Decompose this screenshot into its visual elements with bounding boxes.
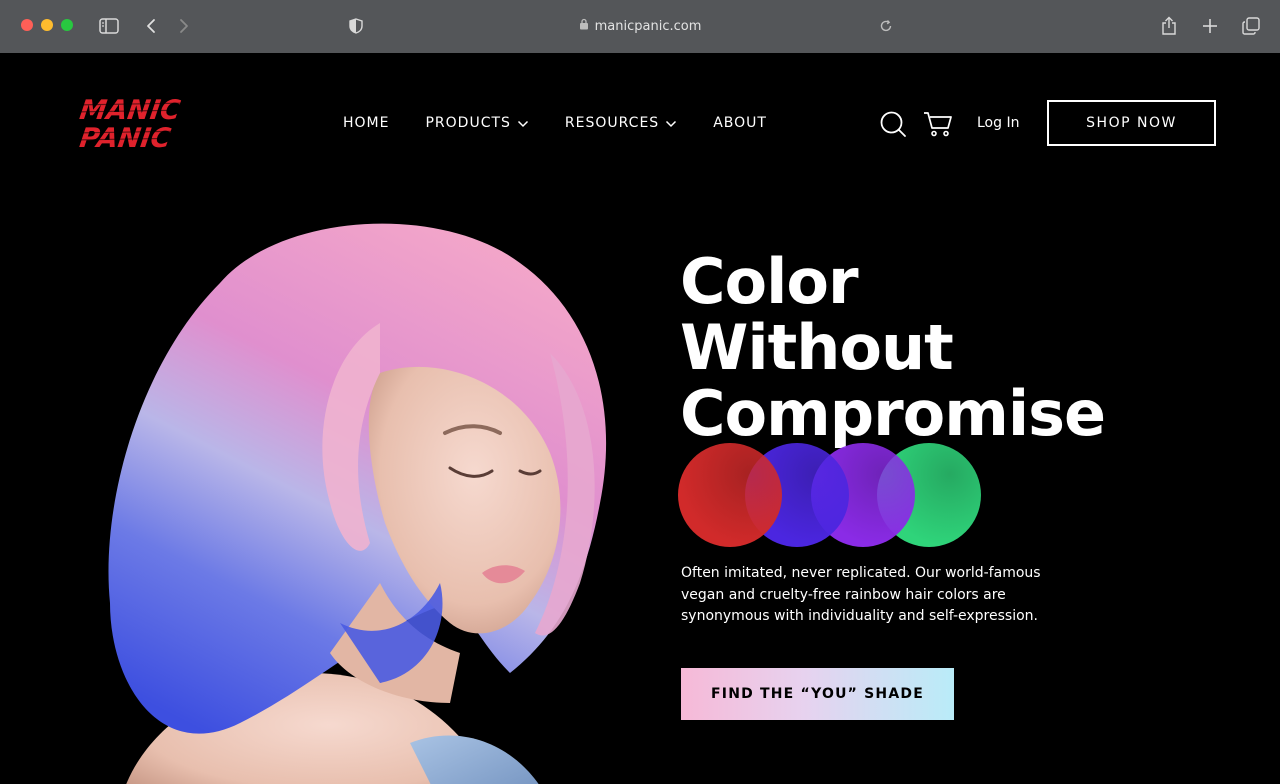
tabs-icon[interactable] — [1240, 14, 1262, 38]
hero-portrait-image — [108, 223, 607, 784]
cart-icon[interactable] — [923, 110, 953, 138]
chevron-down-icon — [666, 120, 677, 127]
shield-icon[interactable] — [346, 14, 366, 38]
nav-resources[interactable]: RESOURCES — [565, 115, 677, 131]
hero-description: Often imitated, never replicated. Our wo… — [681, 565, 1041, 624]
zoom-window-button[interactable] — [61, 19, 73, 31]
nav-home[interactable]: HOME — [343, 115, 389, 131]
close-window-button[interactable] — [21, 19, 33, 31]
manic-panic-logo[interactable]: MANIC PANIC — [72, 95, 192, 155]
find-your-shade-button[interactable]: FIND THE “YOU” SHADE — [681, 668, 954, 720]
swatch-red — [678, 443, 782, 547]
nav-resources-label: RESOURCES — [564, 115, 660, 131]
new-tab-icon[interactable] — [1200, 14, 1220, 38]
reload-icon[interactable] — [877, 14, 895, 38]
headline-line-3: Compromise — [680, 377, 1106, 450]
headline-line-2: Without — [680, 311, 954, 384]
nav-about-label: ABOUT — [713, 115, 767, 131]
browser-toolbar: manicpanic.com — [0, 0, 1280, 53]
back-icon[interactable] — [142, 14, 160, 38]
hero-headline: Color Without Compromise — [680, 245, 1106, 450]
lock-icon — [579, 18, 589, 34]
header-actions — [879, 110, 953, 138]
web-page: MANIC PANIC HOME PRODUCTS RESOURCES ABOU… — [0, 53, 1280, 784]
search-icon[interactable] — [879, 110, 907, 138]
main-nav: HOME PRODUCTS RESOURCES ABOUT — [343, 115, 803, 131]
headline-line-1: Color — [680, 245, 859, 318]
nav-products[interactable]: PRODUCTS — [425, 115, 528, 131]
login-link[interactable]: Log In — [977, 115, 1019, 131]
share-icon[interactable] — [1159, 14, 1179, 38]
sidebar-icon[interactable] — [97, 14, 121, 38]
minimize-window-button[interactable] — [41, 19, 53, 31]
color-swatches — [678, 443, 988, 549]
nav-products-label: PRODUCTS — [425, 115, 511, 131]
chevron-down-icon — [517, 120, 528, 127]
shop-now-button[interactable]: SHOP NOW — [1047, 100, 1216, 146]
address-bar[interactable]: manicpanic.com — [540, 14, 740, 38]
url-text: manicpanic.com — [594, 18, 702, 34]
forward-icon[interactable] — [175, 14, 193, 38]
nav-about[interactable]: ABOUT — [713, 115, 767, 131]
nav-home-label: HOME — [343, 115, 390, 131]
